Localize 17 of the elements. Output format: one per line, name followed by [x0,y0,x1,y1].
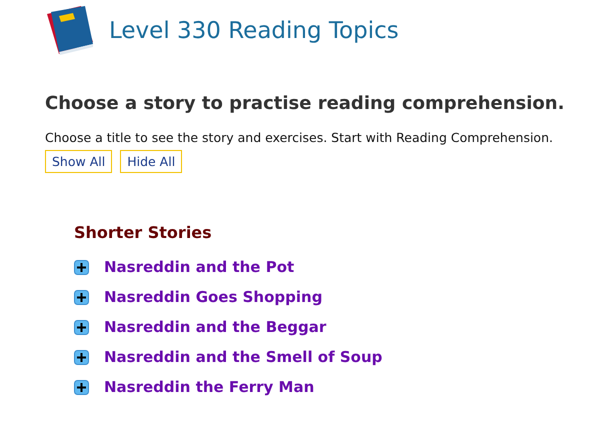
page-title: Level 330 Reading Topics [109,18,399,44]
hide-all-button[interactable]: Hide All [120,150,182,173]
expand-icon[interactable] [74,380,89,394]
story-link[interactable]: Nasreddin and the Smell of Soup [104,348,382,366]
section-heading: Shorter Stories [74,223,213,242]
book-icon [45,6,93,56]
expand-icon[interactable] [74,290,89,304]
expand-icon[interactable] [74,260,89,274]
story-link[interactable]: Nasreddin Goes Shopping [104,288,322,306]
story-link[interactable]: Nasreddin and the Beggar [104,318,326,336]
intro-heading: Choose a story to practise reading comprehension. [45,93,566,114]
expand-icon[interactable] [74,320,89,334]
intro-text: Choose a title to see the story and exercises. Start with Reading Comprehension. [45,130,554,145]
story-link[interactable]: Nasreddin and the Pot [104,258,294,276]
story-link[interactable]: Nasreddin the Ferry Man [104,378,314,396]
show-all-button[interactable]: Show All [45,150,112,173]
expand-icon[interactable] [74,350,89,364]
